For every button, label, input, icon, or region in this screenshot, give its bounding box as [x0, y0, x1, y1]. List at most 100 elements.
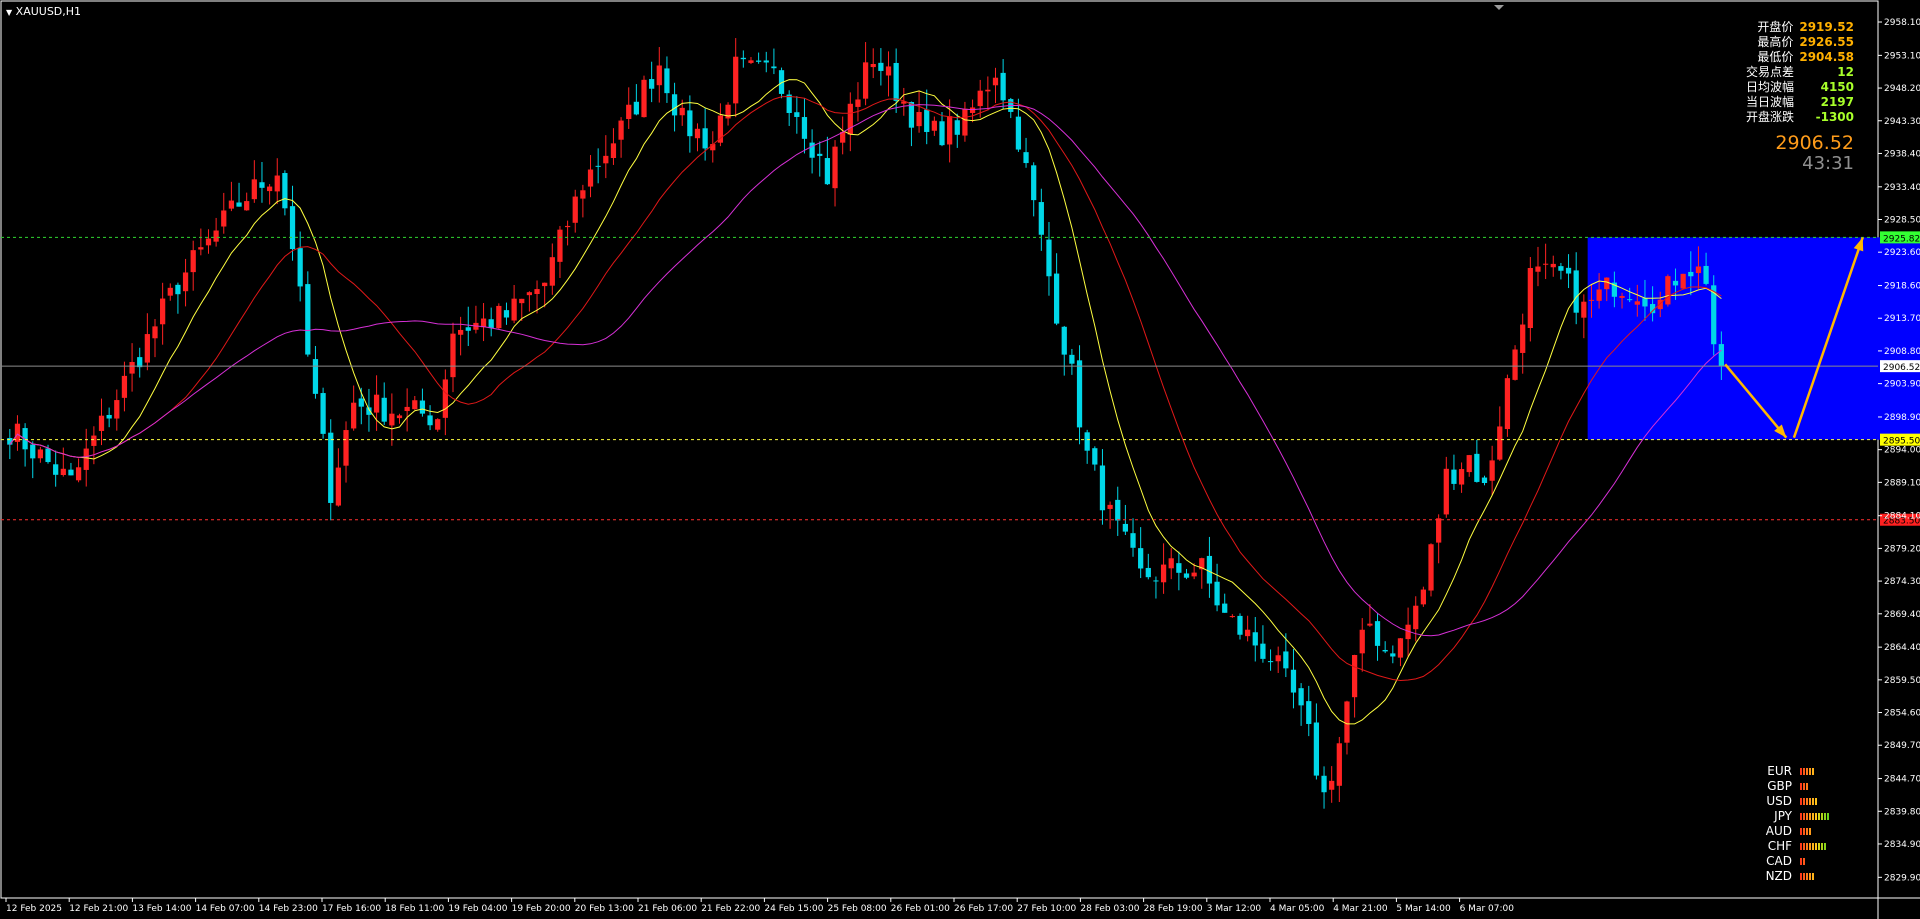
candle-body — [916, 112, 922, 127]
info-row: 最低价 2904.58 — [1746, 50, 1854, 65]
dropdown-triangle-icon[interactable]: ▼ — [6, 8, 12, 17]
current-price-display: 2906.52 — [1775, 132, 1854, 154]
candle-body — [251, 179, 257, 200]
candle-body — [786, 94, 792, 113]
x-tick-label: 28 Feb 19:00 — [1144, 904, 1203, 914]
x-tick-label: 21 Feb 06:00 — [638, 904, 697, 914]
strength-bar — [1806, 798, 1808, 805]
scroll-marker-icon — [1494, 5, 1504, 10]
candle-body — [1015, 116, 1022, 150]
candle-body — [1046, 239, 1052, 277]
candle-body — [266, 186, 273, 192]
strength-bar — [1806, 813, 1808, 820]
strength-bar — [1821, 813, 1823, 820]
candle-body — [91, 435, 97, 446]
strength-row-cad: CAD — [1758, 854, 1829, 869]
info-row: 开盘价 2919.52 — [1746, 20, 1854, 35]
strength-bar — [1800, 873, 1802, 880]
chart-window[interactable]: 2925.82 2906.52 2895.50 2883.50 2958.10 2953.… — [0, 0, 1920, 919]
candle-body — [519, 298, 525, 304]
candle-body — [114, 400, 120, 419]
symbol-title: ▼ XAUUSD,H1 — [6, 5, 81, 18]
candle-body — [1436, 518, 1442, 543]
candle-body — [152, 326, 158, 339]
candle-body — [351, 402, 357, 429]
candle-body — [1092, 448, 1098, 465]
candle-body — [885, 66, 892, 76]
strength-bar — [1812, 798, 1814, 805]
strength-row-jpy: JPY — [1758, 809, 1829, 824]
candle-body — [244, 201, 250, 211]
candle-body — [1657, 299, 1663, 310]
candle-body — [182, 272, 189, 292]
candle-body — [847, 103, 853, 135]
candle-body — [1413, 605, 1419, 630]
x-tick-label: 20 Feb 13:00 — [575, 904, 634, 914]
strength-bar — [1806, 843, 1808, 850]
candle-body — [198, 247, 204, 250]
candle-body — [1031, 165, 1037, 201]
candle-body — [878, 62, 884, 71]
info-row: 最高价 2926.55 — [1746, 35, 1854, 50]
bar-countdown-timer: 43:31 — [1802, 153, 1854, 174]
strength-currency-label: EUR — [1767, 764, 1792, 778]
strength-bar — [1806, 768, 1808, 775]
candle-body — [618, 120, 624, 140]
candle-body — [205, 238, 212, 246]
candle-body — [1176, 563, 1182, 573]
candle-body — [1275, 655, 1281, 662]
candle-body — [396, 415, 403, 419]
y-tick-label: 2829.90 — [1884, 873, 1920, 883]
strength-currency-label: GBP — [1767, 779, 1792, 793]
candle-body — [748, 60, 754, 63]
candle-body — [656, 65, 662, 86]
candle-body — [1023, 152, 1029, 164]
y-tick-label: 2839.80 — [1884, 807, 1920, 817]
candle-body — [289, 206, 296, 250]
strength-bar — [1812, 768, 1814, 775]
strength-bar — [1827, 813, 1829, 820]
strength-bar — [1803, 798, 1805, 805]
candle-body — [320, 393, 326, 434]
strength-currency-label: USD — [1766, 794, 1792, 808]
info-label: 开盘价 — [1757, 20, 1794, 34]
x-tick-label: 12 Feb 21:00 — [69, 904, 128, 914]
candle-body — [228, 200, 235, 209]
candle-body — [1688, 271, 1694, 277]
y-tick-label: 2864.40 — [1884, 643, 1920, 653]
candle-body — [190, 250, 196, 273]
x-tick-label: 12 Feb 2025 — [6, 904, 62, 914]
candle-body — [1588, 299, 1595, 301]
strength-bar — [1815, 798, 1817, 805]
candle-body — [305, 284, 311, 355]
strength-bars — [1800, 828, 1811, 835]
candle-body — [733, 56, 739, 104]
y-tick-label: 2938.40 — [1884, 149, 1920, 159]
price-chart[interactable]: 2925.822906.522895.502883.502958.102953.… — [0, 0, 1920, 919]
candle-body — [30, 444, 36, 459]
candle-body — [1512, 349, 1518, 380]
candle-body — [1168, 558, 1174, 569]
x-tick-label: 19 Feb 20:00 — [512, 904, 571, 914]
strength-bars — [1800, 873, 1814, 880]
y-tick-label: 2913.70 — [1884, 314, 1920, 324]
candle-body — [106, 414, 112, 419]
candle-body — [1619, 296, 1625, 298]
strength-bar — [1803, 843, 1805, 850]
x-tick-label: 26 Feb 01:00 — [891, 904, 950, 914]
candle-body — [549, 257, 555, 286]
candle-body — [442, 379, 448, 418]
candle-body — [740, 57, 746, 60]
candle-body — [641, 79, 647, 118]
candle-body — [381, 397, 387, 422]
candle-body — [626, 104, 632, 119]
candle-body — [1153, 580, 1159, 582]
candle-body — [893, 62, 899, 101]
level-tag-label: 2906.52 — [1883, 363, 1920, 373]
candle-body — [1237, 615, 1243, 635]
y-tick-label: 2903.90 — [1884, 380, 1920, 390]
candle-body — [1053, 273, 1060, 324]
x-tick-label: 25 Feb 08:00 — [828, 904, 887, 914]
candle-body — [969, 107, 976, 113]
info-value: 12 — [1837, 65, 1854, 79]
